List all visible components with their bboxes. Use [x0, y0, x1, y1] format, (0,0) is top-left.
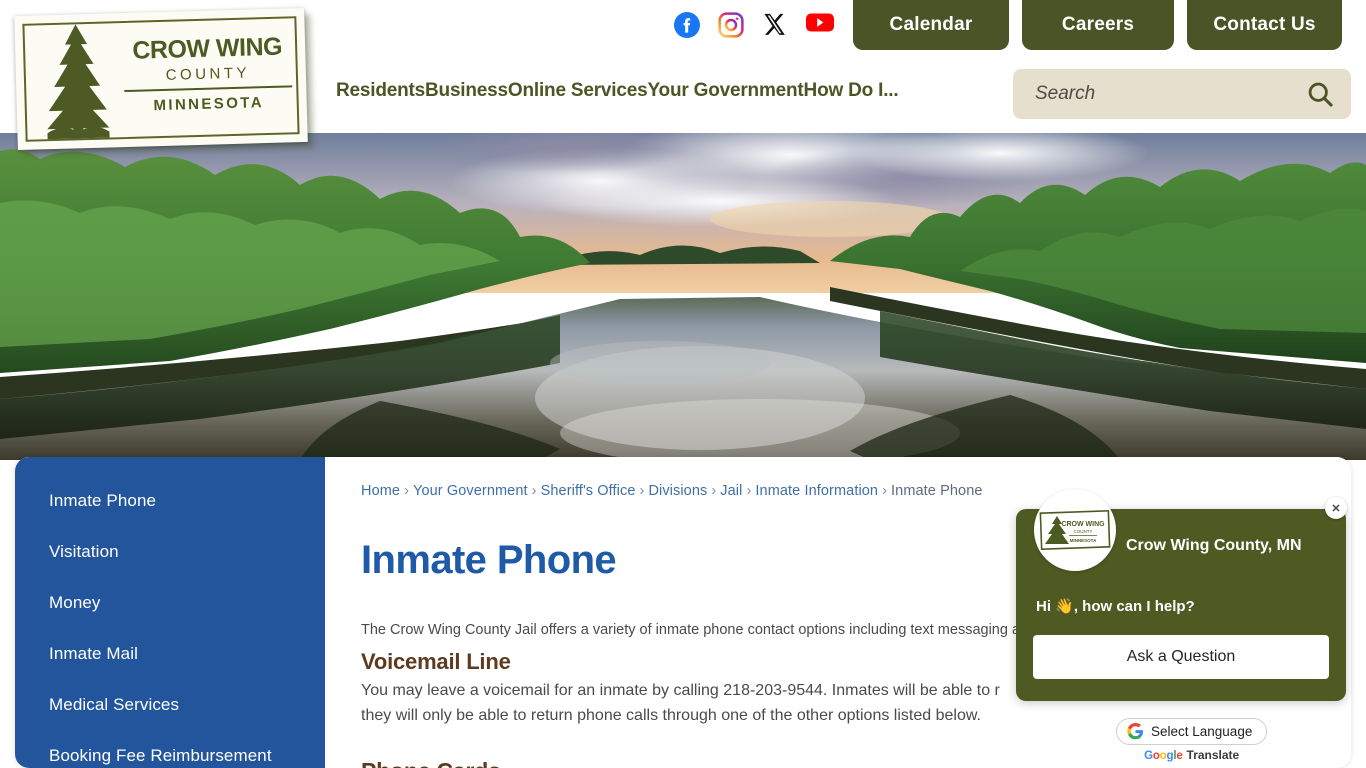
sidebar-item-inmate-mail[interactable]: Inmate Mail	[15, 628, 325, 679]
breadcrumb-separator: ›	[639, 483, 645, 499]
translate-label: Translate	[1186, 748, 1240, 762]
hero-banner-image	[0, 133, 1366, 460]
logo-sign: CROW WING COUNTY MINNESOTA	[14, 7, 308, 151]
search-input[interactable]	[1035, 83, 1285, 105]
google-g-icon	[1127, 723, 1144, 740]
careers-button[interactable]: Careers	[1022, 0, 1174, 50]
contact-us-button[interactable]: Contact Us	[1187, 0, 1342, 50]
pine-tree-icon	[47, 24, 110, 140]
nav-item-how-do-i[interactable]: How Do I...	[804, 80, 899, 102]
magnifying-glass-icon	[1308, 82, 1333, 107]
nav-item-business[interactable]: Business	[425, 80, 508, 102]
header-action-buttons: Calendar Careers Contact Us	[853, 0, 1342, 50]
sidebar-item-medical-services[interactable]: Medical Services	[15, 679, 325, 730]
search-box	[1013, 69, 1351, 119]
logo-text: CROW WING COUNTY MINNESOTA	[119, 32, 297, 115]
x-twitter-icon[interactable]	[762, 12, 788, 38]
site-logo[interactable]: CROW WING COUNTY MINNESOTA	[14, 7, 314, 156]
google-translate-widget: Select Language Google Translate	[1116, 718, 1268, 762]
google-wordmark: Google	[1144, 750, 1183, 762]
ask-a-question-button[interactable]: Ask a Question	[1033, 635, 1329, 679]
sidebar-item-visitation[interactable]: Visitation	[15, 526, 325, 577]
breadcrumb-item-current: Inmate Phone	[891, 483, 983, 499]
chat-greeting: Hi 👋, how can I help?	[1036, 598, 1195, 615]
svg-text:MINNESOTA: MINNESOTA	[1070, 538, 1097, 543]
breadcrumb-separator: ›	[404, 483, 410, 499]
facebook-icon[interactable]	[674, 12, 700, 38]
logo-line-2: COUNTY	[165, 64, 251, 84]
breadcrumb-separator: ›	[531, 483, 537, 499]
breadcrumb-separator: ›	[746, 483, 752, 499]
breadcrumb-item-divisions[interactable]: Divisions	[648, 483, 707, 499]
sidebar-item-money[interactable]: Money	[15, 577, 325, 628]
breadcrumb-separator: ›	[711, 483, 717, 499]
nav-item-your-government[interactable]: Your Government	[647, 80, 803, 102]
logo-line-1: CROW WING	[131, 32, 283, 65]
chat-avatar: CROW WING COUNTY MINNESOTA	[1034, 489, 1116, 571]
breadcrumb: Home › Your Government › Sheriff's Office › Di…	[361, 483, 1321, 499]
chat-title: Crow Wing County, MN	[1126, 537, 1302, 554]
nav-item-residents[interactable]: Residents	[336, 80, 425, 102]
chat-close-button[interactable]: ✕	[1325, 497, 1347, 519]
calendar-button[interactable]: Calendar	[853, 0, 1009, 50]
sidebar-navigation: Inmate Phone Visitation Money Inmate Mai…	[15, 457, 325, 768]
svg-text:CROW WING: CROW WING	[1061, 521, 1105, 528]
translate-credit: Google Translate	[1116, 748, 1267, 762]
sidebar-item-inmate-phone[interactable]: Inmate Phone	[15, 475, 325, 526]
youtube-icon[interactable]	[806, 12, 834, 38]
breadcrumb-separator: ›	[882, 483, 888, 499]
instagram-icon[interactable]	[718, 12, 744, 38]
select-language-label: Select Language	[1151, 724, 1253, 739]
search-submit-button[interactable]	[1305, 79, 1335, 109]
section-body-voicemail-line: You may leave a voicemail for an inmate …	[361, 682, 1000, 724]
breadcrumb-item-home[interactable]: Home	[361, 483, 400, 499]
select-language-dropdown[interactable]: Select Language	[1116, 718, 1268, 745]
social-links	[674, 12, 834, 38]
main-navigation: Residents Business Online Services Your …	[336, 80, 899, 102]
breadcrumb-item-jail[interactable]: Jail	[720, 483, 742, 499]
svg-text:COUNTY: COUNTY	[1074, 529, 1093, 534]
breadcrumb-item-sheriffs-office[interactable]: Sheriff's Office	[541, 483, 636, 499]
sidebar-item-booking-fee-reimbursement[interactable]: Booking Fee Reimbursement	[15, 730, 325, 768]
chat-avatar-logo-icon: CROW WING COUNTY MINNESOTA	[1039, 509, 1111, 551]
breadcrumb-item-your-government[interactable]: Your Government	[413, 483, 528, 499]
chat-widget: CROW WING COUNTY MINNESOTA Crow Wing Cou…	[1016, 489, 1346, 701]
breadcrumb-item-inmate-information[interactable]: Inmate Information	[755, 483, 878, 499]
nav-item-online-services[interactable]: Online Services	[508, 80, 648, 102]
logo-divider	[124, 85, 293, 93]
